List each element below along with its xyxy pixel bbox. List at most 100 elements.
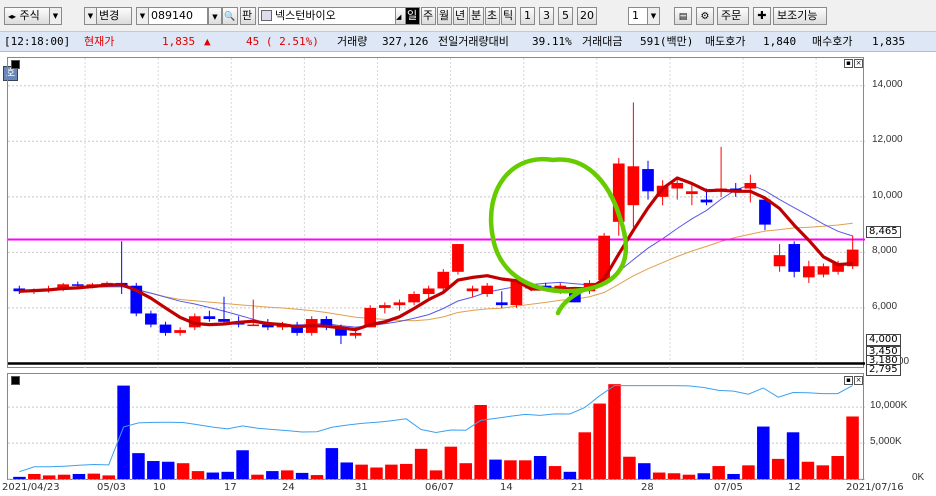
search-button[interactable]: 🔍 (222, 7, 238, 25)
up-arrow-icon: ▲ (204, 35, 211, 48)
volume-bar (682, 474, 696, 479)
price-y-tick: 14,000 (872, 78, 903, 90)
period-button-3[interactable]: 년 (453, 7, 468, 25)
interval-input[interactable]: 1 ▼ (628, 7, 660, 25)
volume-bar (206, 472, 220, 479)
chevron-down-icon: ▼ (85, 8, 97, 24)
date-tick: 14 (500, 482, 513, 493)
period-button-0[interactable]: 일 (405, 7, 420, 25)
volume-bar (28, 473, 41, 479)
settings-button[interactable]: ⚙ (696, 7, 714, 25)
volume-bar (608, 384, 621, 479)
volume-bar (697, 473, 711, 479)
price-y-tick: 12,000 (872, 134, 903, 146)
change-dropdown[interactable]: ▼ 변경 (84, 7, 132, 25)
volume-bar (414, 448, 428, 479)
gear-icon: ⚙ (700, 11, 710, 22)
prev-vol-ratio: 39.11% (532, 35, 572, 48)
ask-price: 1,840 (763, 35, 797, 48)
volume-bar (13, 476, 26, 479)
volume-bar (623, 456, 636, 479)
stock-name-field[interactable]: 넥스턴바이오 (258, 7, 396, 25)
period-button-4[interactable]: 분 (469, 7, 484, 25)
level-box-3: 2,795 (866, 364, 901, 376)
market-selector[interactable]: ◂▸ 주식 ▼ (4, 7, 62, 25)
pane-menu-icon[interactable] (11, 60, 20, 69)
volume-bar (786, 432, 800, 479)
date-tick: 05/03 (97, 482, 126, 493)
volume-bar (712, 466, 725, 479)
candle-body (700, 199, 713, 203)
stock-code-input[interactable]: ▼ 089140 (136, 7, 208, 25)
volume-bar (459, 463, 473, 479)
pan-button[interactable]: 판 (240, 7, 256, 25)
date-axis: 2021/04/23 05/03 10 17 24 31 06/07 14 21 28 07/05 1… (0, 480, 936, 496)
volume-bar (280, 470, 294, 479)
chevron-down-icon: ▼ (647, 8, 659, 24)
level-4000-box: 4,000 (866, 334, 901, 346)
candle-body (802, 266, 815, 278)
order-button[interactable]: 주문 (717, 7, 749, 25)
date-tick: 31 (355, 482, 368, 493)
search-icon: 🔍 (224, 12, 236, 22)
volume-bar (593, 403, 606, 479)
volume-bar (519, 460, 532, 479)
volume-bar (310, 475, 324, 479)
candle-body (642, 169, 654, 192)
aux-function-button[interactable]: 보조기능 (773, 7, 827, 25)
volume-bar (57, 474, 71, 479)
candle-body (671, 182, 684, 189)
date-tick: 07/05 (714, 482, 743, 493)
period-button-6[interactable]: 틱 (501, 7, 516, 25)
vol-y-tick: 5,000K (870, 436, 902, 448)
interval-button-2[interactable]: 5 (558, 7, 573, 25)
interval-button-1[interactable]: 3 (539, 7, 554, 25)
vol-minimize-icon[interactable]: ▪ (844, 376, 853, 385)
interval-button-3[interactable]: 20 (577, 7, 597, 25)
volume-bar (221, 471, 234, 479)
vol-close-icon[interactable]: × (854, 376, 863, 385)
volume-bar (191, 471, 205, 479)
volume-bar (533, 456, 547, 479)
date-tick: 21 (571, 482, 584, 493)
current-price-label: 현재가 (84, 35, 115, 48)
close-icon[interactable]: × (854, 59, 863, 68)
candle-body (159, 324, 172, 333)
period-button-1[interactable]: 주 (421, 7, 436, 25)
vol-y-tick: 10,000K (870, 400, 908, 412)
candle-body (817, 266, 830, 275)
candle-body (744, 182, 757, 189)
candle-body (627, 166, 640, 206)
volume-bar (117, 385, 130, 479)
ma-mid-line (19, 184, 853, 328)
candle-body (422, 288, 435, 295)
minimize-icon[interactable]: ▪ (844, 59, 853, 68)
candle-body (174, 330, 186, 333)
volume-bar (340, 462, 353, 479)
date-tick: 24 (282, 482, 295, 493)
ma-long-line (19, 222, 853, 322)
interval-button-0[interactable]: 1 (520, 7, 535, 25)
volume-bar (236, 450, 249, 479)
candle-body (378, 305, 391, 308)
volume-bar (444, 446, 458, 479)
volume-bar (325, 448, 339, 479)
ma-price-box: 8,465 (866, 226, 901, 238)
bid-price: 1,835 (872, 35, 906, 48)
price-chart-pane (7, 57, 865, 393)
date-tick: 06/07 (425, 482, 454, 493)
chevron-down-icon: ▼ (137, 8, 149, 24)
save-button[interactable]: ▤ (674, 7, 692, 25)
crosshair-button[interactable]: ✚ (753, 7, 771, 25)
dropdown-button[interactable]: ▼ (208, 7, 222, 25)
volume-bar (161, 461, 175, 479)
period-button-5[interactable]: 초 (485, 7, 500, 25)
price-y-tick: 8,000 (872, 245, 898, 257)
price-change: 45 ( 2.51%) (246, 35, 319, 48)
bid-label: 매수호가 (812, 35, 853, 48)
vol-pane-menu-icon[interactable] (11, 376, 20, 385)
volume-bar (474, 404, 487, 479)
period-button-2[interactable]: 월 (437, 7, 452, 25)
trade-amount-label: 거래대금 (582, 35, 623, 48)
volume-bar (355, 464, 368, 479)
